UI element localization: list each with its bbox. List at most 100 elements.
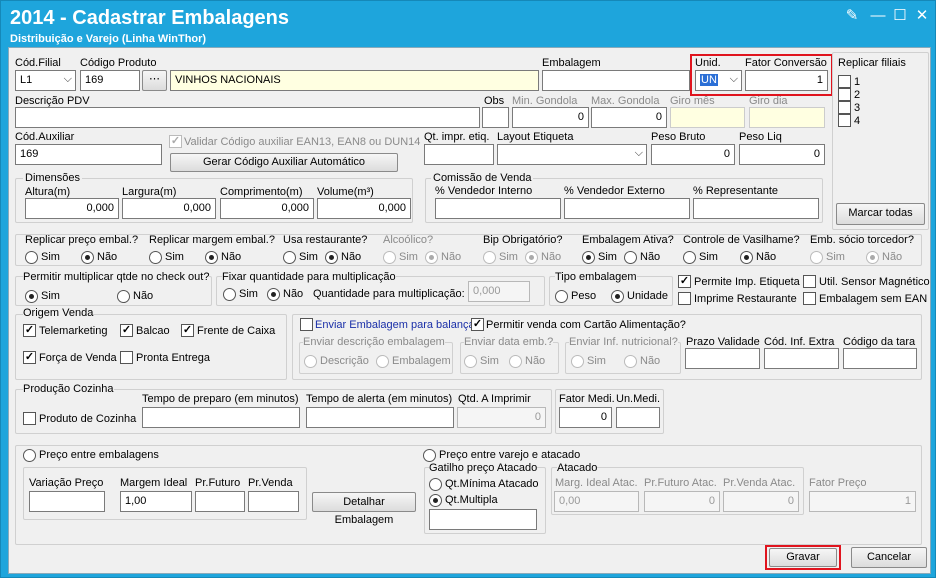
max-gondola-input[interactable]: 0	[591, 107, 667, 128]
fator-medi-input[interactable]: 0	[559, 407, 612, 428]
filial-3-checkbox[interactable]	[838, 101, 851, 114]
produto-cozinha-checkbox[interactable]	[23, 412, 36, 425]
enviar-desc-embalagem-radio[interactable]	[376, 355, 389, 368]
vendedor-externo-input[interactable]	[564, 198, 690, 219]
enviar-data-nao-radio[interactable]	[509, 355, 522, 368]
tipo-unidade-radio[interactable]	[611, 290, 624, 303]
permitir-mult-sim-radio[interactable]	[25, 290, 38, 303]
comprimento-input[interactable]: 0,000	[220, 198, 314, 219]
largura-input[interactable]: 0,000	[122, 198, 216, 219]
fator-preco-input[interactable]: 1	[809, 491, 916, 512]
detalhar-embalagem-button[interactable]: Detalhar Embalagem	[312, 492, 416, 526]
fixar-qtd-sim-radio[interactable]	[223, 288, 236, 301]
margem-ideal-input[interactable]: 1,00	[120, 491, 192, 512]
peso-bruto-input[interactable]: 0	[651, 144, 735, 165]
filial-2-checkbox[interactable]	[838, 88, 851, 101]
enviar-balanca-checkbox[interactable]	[300, 318, 313, 331]
forca-venda-checkbox[interactable]: ✓	[23, 351, 36, 364]
qtd-mult-input[interactable]: 0,000	[468, 281, 530, 302]
alcoolico-nao-radio[interactable]	[425, 251, 438, 264]
forca-venda-label: Força de Venda	[39, 352, 117, 364]
venda-atac-input[interactable]: 0	[723, 491, 799, 512]
enviar-desc-descricao-radio[interactable]	[304, 355, 317, 368]
qt-multipla-radio[interactable]	[429, 494, 442, 507]
cancelar-button[interactable]: Cancelar	[851, 547, 927, 568]
codigo-produto-input[interactable]: 169	[80, 70, 140, 91]
alcoolico-sim-radio[interactable]	[383, 251, 396, 264]
inf-extra-input[interactable]	[764, 348, 839, 369]
sem-ean-checkbox[interactable]	[803, 292, 816, 305]
imprime-rest-checkbox[interactable]	[678, 292, 691, 305]
bip-sim-radio[interactable]	[483, 251, 496, 264]
enviar-inf-nao-radio[interactable]	[624, 355, 637, 368]
pronta-entrega-checkbox[interactable]	[120, 351, 133, 364]
preco-entre-emb-radio[interactable]	[23, 449, 36, 462]
bip-nao-radio[interactable]	[525, 251, 538, 264]
telemarketing-checkbox[interactable]: ✓	[23, 324, 36, 337]
altura-input[interactable]: 0,000	[25, 198, 119, 219]
descricao-pdv-input[interactable]	[15, 107, 480, 128]
imprime-rest-label: Imprime Restaurante	[694, 293, 797, 305]
replicar-margem-sim-radio[interactable]	[149, 251, 162, 264]
gravar-button[interactable]: Gravar	[769, 548, 837, 567]
search-product-button[interactable]: ⋯	[142, 70, 167, 91]
usa-restaurante-sim-radio[interactable]	[283, 251, 296, 264]
balcao-checkbox[interactable]: ✓	[120, 324, 133, 337]
obs-input[interactable]	[482, 107, 509, 128]
replicar-preco-nao-radio[interactable]	[81, 251, 94, 264]
tempo-alerta-input[interactable]	[306, 407, 454, 428]
embalagem-ativa-sim-radio[interactable]	[582, 251, 595, 264]
cod-auxiliar-input[interactable]: 169	[15, 144, 162, 165]
vasilhame-nao-radio[interactable]	[740, 251, 753, 264]
layout-etiqueta-select[interactable]: ⌵	[497, 144, 647, 165]
marg-atac-input[interactable]: 0,00	[554, 491, 639, 512]
peso-liq-input[interactable]: 0	[739, 144, 825, 165]
filial-4-checkbox[interactable]	[838, 114, 851, 127]
filial-1-checkbox[interactable]	[838, 75, 851, 88]
util-sensor-checkbox[interactable]	[803, 275, 816, 288]
embalagem-input[interactable]	[542, 70, 690, 91]
minimize-icon[interactable]: —	[867, 5, 889, 27]
fator-conversao-input[interactable]: 1	[745, 70, 828, 91]
enviar-data-sim-radio[interactable]	[464, 355, 477, 368]
qtd-imprimir-input[interactable]: 0	[457, 407, 546, 428]
representante-input[interactable]	[693, 198, 819, 219]
socio-sim-radio[interactable]	[810, 251, 823, 264]
permitir-mult-nao-radio[interactable]	[117, 290, 130, 303]
tipo-peso-radio[interactable]	[555, 290, 568, 303]
close-icon[interactable]: ✕	[911, 5, 933, 27]
un-medi-input[interactable]	[616, 407, 660, 428]
edit-icon[interactable]: ✎	[841, 5, 863, 27]
min-gondola-input[interactable]: 0	[512, 107, 589, 128]
gerar-auxiliar-button[interactable]: Gerar Código Auxiliar Automático	[170, 153, 398, 172]
validar-auxiliar-checkbox[interactable]: ✓	[169, 135, 182, 148]
cartao-alimentacao-checkbox[interactable]: ✓	[471, 318, 484, 331]
replicar-preco-sim-radio[interactable]	[25, 251, 38, 264]
pr-futuro-input[interactable]	[195, 491, 245, 512]
qt-impr-etiq-input[interactable]	[424, 144, 494, 165]
enviar-inf-sim-radio[interactable]	[571, 355, 584, 368]
usa-restaurante-nao-radio[interactable]	[325, 251, 338, 264]
vendedor-interno-input[interactable]	[435, 198, 561, 219]
permite-imp-checkbox[interactable]: ✓	[678, 275, 691, 288]
futuro-atac-input[interactable]: 0	[644, 491, 720, 512]
fixar-qtd-nao-radio[interactable]	[267, 288, 280, 301]
unid-select[interactable]: UN ⌵	[695, 70, 742, 91]
qt-multipla-input[interactable]	[429, 509, 537, 530]
replicar-margem-nao-radio[interactable]	[205, 251, 218, 264]
prazo-validade-input[interactable]	[685, 348, 760, 369]
marcar-todas-button[interactable]: Marcar todas	[836, 203, 925, 225]
preco-varejo-atacado-radio[interactable]	[423, 449, 436, 462]
codigo-tara-input[interactable]	[843, 348, 917, 369]
qt-minima-radio[interactable]	[429, 478, 442, 491]
cod-filial-select[interactable]: L1 ⌵	[15, 70, 76, 91]
embalagem-ativa-nao-radio[interactable]	[624, 251, 637, 264]
pr-venda-input[interactable]	[248, 491, 299, 512]
tempo-preparo-input[interactable]	[142, 407, 300, 428]
socio-nao-radio[interactable]	[866, 251, 879, 264]
frente-caixa-checkbox[interactable]: ✓	[181, 324, 194, 337]
variacao-preco-input[interactable]	[29, 491, 105, 512]
volume-input[interactable]: 0,000	[317, 198, 411, 219]
vasilhame-sim-radio[interactable]	[683, 251, 696, 264]
maximize-icon[interactable]: ☐	[889, 5, 911, 27]
